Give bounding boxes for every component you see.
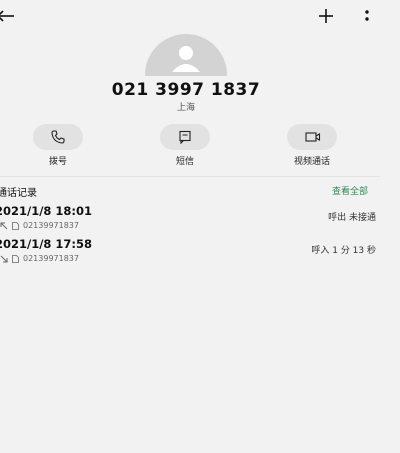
video-call-label: 视频通话	[293, 157, 330, 167]
contact-number: 021 3997 1837	[111, 80, 261, 100]
video-call-button[interactable]: 视频通话	[272, 124, 352, 167]
top-bar	[0, 0, 400, 32]
call-record-row[interactable]: 2021/1/8 18:01 02139971837 呼出 未接通	[0, 204, 380, 236]
video-icon	[305, 132, 321, 142]
call-history-title: 通话记录	[0, 188, 37, 199]
contact-avatar	[145, 34, 227, 76]
section-divider	[0, 176, 380, 177]
view-all-link[interactable]: 查看全部	[332, 184, 368, 197]
dial-button-circle[interactable]	[33, 124, 83, 150]
call-number: 02139971837	[23, 221, 79, 230]
call-status: 呼入 1 分 13 秒	[311, 246, 376, 256]
call-datetime: 2021/1/8 17:58	[0, 237, 93, 251]
dial-label: 拨号	[48, 157, 67, 167]
message-button-circle[interactable]	[160, 124, 210, 150]
call-detail: 02139971837	[0, 254, 79, 263]
message-button[interactable]: 短信	[145, 124, 225, 167]
add-contact-button[interactable]	[316, 6, 336, 26]
message-icon	[179, 130, 191, 144]
call-datetime: 2021/1/8 18:01	[0, 204, 93, 218]
sim-card-icon	[12, 254, 19, 263]
more-vertical-icon	[365, 10, 369, 21]
sim-card-icon	[12, 221, 19, 230]
message-label: 短信	[175, 157, 194, 167]
call-status: 呼出 未接通	[328, 213, 376, 223]
call-number: 02139971837	[23, 254, 79, 263]
back-arrow-icon	[0, 10, 14, 22]
outgoing-call-icon	[0, 222, 8, 229]
incoming-call-icon	[0, 255, 8, 262]
back-button[interactable]	[0, 6, 18, 26]
video-call-button-circle[interactable]	[287, 124, 337, 150]
dial-button[interactable]: 拨号	[18, 124, 98, 167]
plus-icon	[319, 9, 333, 23]
more-options-button[interactable]	[360, 6, 374, 26]
call-record-row[interactable]: 2021/1/8 17:58 02139971837 呼入 1 分 13 秒	[0, 237, 380, 269]
phone-icon	[51, 130, 65, 144]
contact-location: 上海	[176, 103, 195, 113]
call-detail: 02139971837	[0, 221, 79, 230]
person-icon	[172, 46, 200, 72]
